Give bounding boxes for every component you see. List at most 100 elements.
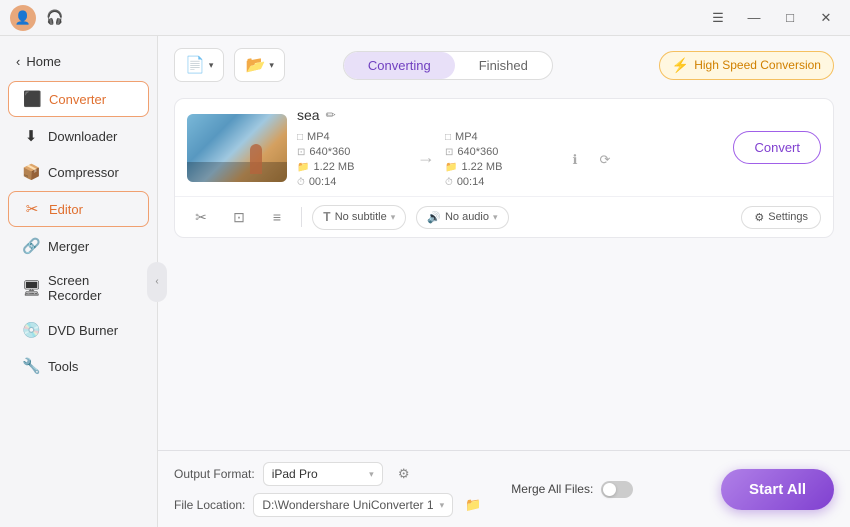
source-size-value: 1.22 MB xyxy=(313,161,354,173)
bottom-left-section: Output Format: iPad Pro ▾ ⚙ File Locatio… xyxy=(174,461,481,517)
format-icon: □ xyxy=(297,132,303,143)
sidebar-item-converter[interactable]: ⬛ Converter xyxy=(8,81,149,117)
dest-duration-value: 00:14 xyxy=(457,176,485,188)
back-icon: ‹ xyxy=(16,54,20,69)
tab-converting[interactable]: Converting xyxy=(344,52,455,79)
start-all-button[interactable]: Start All xyxy=(721,469,834,510)
sidebar-item-label: DVD Burner xyxy=(48,323,118,338)
high-speed-conversion-button[interactable]: ⚡ High Speed Conversion xyxy=(659,51,834,80)
crop-icon-button[interactable]: ⊡ xyxy=(225,203,253,231)
dest-resolution-value: 640*360 xyxy=(457,146,498,158)
close-button[interactable]: ✕ xyxy=(812,4,840,32)
file-name: sea xyxy=(297,107,320,123)
sidebar-item-compressor[interactable]: 📦 Compressor xyxy=(8,155,149,189)
settings-label: Settings xyxy=(768,211,808,223)
sidebar-item-label: Compressor xyxy=(48,165,119,180)
downloader-icon: ⬇ xyxy=(22,127,40,145)
main-layout: ‹ Home ⬛ Converter ⬇ Downloader 📦 Compre… xyxy=(0,36,850,527)
location-chevron: ▾ xyxy=(440,500,445,511)
output-format-label: Output Format: xyxy=(174,467,255,481)
settings-gear-icon: ⚙ xyxy=(754,211,764,224)
source-resolution: ⊡ 640*360 xyxy=(297,146,407,158)
menu-icon[interactable]: ☰ xyxy=(704,4,732,32)
dest-resolution: ⊡ 640*360 xyxy=(445,146,555,158)
sidebar-item-downloader[interactable]: ⬇ Downloader xyxy=(8,119,149,153)
audio-label: No audio xyxy=(445,211,489,223)
dest-resolution-icon: ⊡ xyxy=(445,147,453,158)
audio-icon: 🔊 xyxy=(427,211,441,224)
file-name-row: sea ✏ xyxy=(297,107,723,123)
resolution-icon: ⊡ xyxy=(297,147,305,158)
home-link[interactable]: ‹ Home xyxy=(0,46,157,77)
add-folder-button[interactable]: 📂 ▾ xyxy=(234,48,284,82)
file-thumbnail xyxy=(187,114,287,182)
dest-folder-icon: 📁 xyxy=(445,162,457,173)
converter-icon: ⬛ xyxy=(23,90,41,108)
file-location-value: D:\Wondershare UniConverter 1 xyxy=(262,498,433,512)
avatar-icon[interactable]: 👤 xyxy=(10,5,36,31)
tab-finished[interactable]: Finished xyxy=(455,52,552,79)
screen-recorder-icon: 🖥 xyxy=(22,279,40,297)
titlebar: 👤 🎧 ☰ — □ ✕ xyxy=(0,0,850,36)
format-select-chevron: ▾ xyxy=(369,469,374,480)
add-file-button[interactable]: 📄 ▾ xyxy=(174,48,224,82)
sidebar-item-label: Converter xyxy=(49,92,106,107)
file-item: sea ✏ □ MP4 ⊡ xyxy=(174,98,834,238)
sidebar-item-tools[interactable]: 🔧 Tools xyxy=(8,349,149,383)
editor-icon: ✂ xyxy=(23,200,41,218)
edit-filename-icon[interactable]: ✏ xyxy=(326,108,336,122)
output-format-row: Output Format: iPad Pro ▾ ⚙ xyxy=(174,461,481,487)
content-area: 📄 ▾ 📂 ▾ Converting Finished ⚡ High Speed… xyxy=(158,36,850,527)
titlebar-controls: ☰ — □ ✕ xyxy=(704,4,840,32)
source-resolution-value: 640*360 xyxy=(309,146,350,158)
maximize-button[interactable]: □ xyxy=(776,4,804,32)
cut-icon-button[interactable]: ✂ xyxy=(187,203,215,231)
file-item-footer: ✂ ⊡ ≡ 𝐓 No subtitle ▾ 🔊 No audio ▾ xyxy=(175,196,833,237)
sidebar-item-label: Screen Recorder xyxy=(48,273,135,303)
browse-folder-icon[interactable]: 📁 xyxy=(465,497,481,513)
output-format-value: iPad Pro xyxy=(272,467,318,481)
audio-chevron: ▾ xyxy=(493,212,498,223)
dest-size: 📁 1.22 MB xyxy=(445,161,555,173)
settings-button[interactable]: ⚙ Settings xyxy=(741,206,821,229)
file-meta-row: □ MP4 ⊡ 640*360 📁 1.22 MB xyxy=(297,131,723,188)
merge-files-label: Merge All Files: xyxy=(511,482,593,496)
source-format: □ MP4 xyxy=(297,131,407,143)
source-duration-value: 00:14 xyxy=(309,176,337,188)
sidebar-item-screen-recorder[interactable]: 🖥 Screen Recorder xyxy=(8,265,149,311)
dest-format: □ MP4 xyxy=(445,131,555,143)
subtitle-chevron: ▾ xyxy=(391,212,396,223)
dest-size-value: 1.22 MB xyxy=(461,161,502,173)
output-format-select[interactable]: iPad Pro ▾ xyxy=(263,462,383,486)
sidebar-item-dvd-burner[interactable]: 💿 DVD Burner xyxy=(8,313,149,347)
arrow-right-icon: → xyxy=(417,147,435,168)
subtitle-label: No subtitle xyxy=(335,211,387,223)
minimize-button[interactable]: — xyxy=(740,4,768,32)
merge-toggle[interactable] xyxy=(601,481,633,498)
file-info-button[interactable]: ℹ xyxy=(563,148,587,172)
sidebar-item-editor[interactable]: ✂ Editor xyxy=(8,191,149,227)
subtitle-select[interactable]: 𝐓 No subtitle ▾ xyxy=(312,205,406,230)
file-info: sea ✏ □ MP4 ⊡ xyxy=(297,107,723,188)
lightning-icon: ⚡ xyxy=(672,57,689,74)
refresh-icon[interactable]: ⟳ xyxy=(593,148,617,172)
add-file-chevron: ▾ xyxy=(209,60,214,71)
home-label: Home xyxy=(26,54,61,69)
sidebar-item-label: Downloader xyxy=(48,129,117,144)
file-dest-info: □ MP4 ⊡ 640*360 📁 1.22 MB xyxy=(445,131,555,188)
sidebar: ‹ Home ⬛ Converter ⬇ Downloader 📦 Compre… xyxy=(0,36,158,527)
file-location-label: File Location: xyxy=(174,498,245,512)
high-speed-label: High Speed Conversion xyxy=(694,58,821,72)
sidebar-item-label: Tools xyxy=(48,359,78,374)
effects-icon-button[interactable]: ≡ xyxy=(263,203,291,231)
headphone-icon[interactable]: 🎧 xyxy=(42,5,68,31)
dest-format-icon: □ xyxy=(445,132,451,143)
audio-select[interactable]: 🔊 No audio ▾ xyxy=(416,206,508,229)
output-settings-icon[interactable]: ⚙ xyxy=(391,461,417,487)
sidebar-collapse-button[interactable]: ‹ xyxy=(147,262,167,302)
file-location-row: File Location: D:\Wondershare UniConvert… xyxy=(174,493,481,517)
sidebar-item-merger[interactable]: 🔗 Merger xyxy=(8,229,149,263)
file-location-input[interactable]: D:\Wondershare UniConverter 1 ▾ xyxy=(253,493,453,517)
add-folder-icon: 📂 xyxy=(245,55,265,75)
convert-button[interactable]: Convert xyxy=(733,131,821,164)
